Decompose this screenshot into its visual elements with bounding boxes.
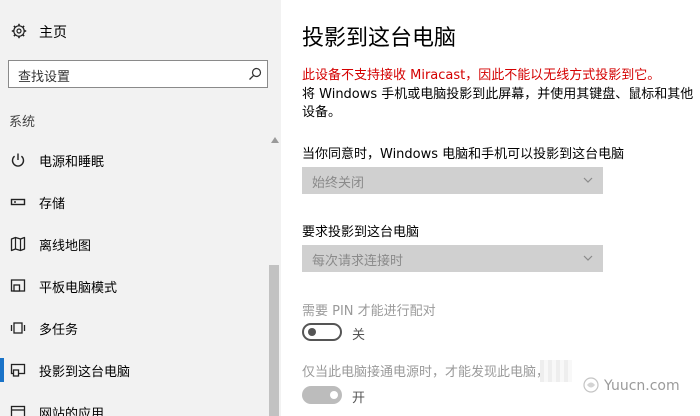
active-indicator bbox=[0, 358, 4, 382]
main-content: 投影到这台电脑 此设备不支持接收 Miracast，因此不能以无线方式投影到它。… bbox=[282, 0, 700, 416]
ask-to-project-dropdown[interactable]: 每次请求连接时 bbox=[302, 245, 603, 272]
page-description: 将 Windows 手机或电脑投影到此屏幕，并使用其键盘、鼠标和其他设备。 bbox=[302, 87, 694, 120]
require-pin-toggle-state: 关 bbox=[352, 328, 366, 343]
scroll-up-arrow-icon[interactable] bbox=[271, 137, 279, 143]
sidebar-item-offline-maps[interactable]: 离线地图 bbox=[0, 224, 268, 264]
miracast-warning: 此设备不支持接收 Miracast，因此不能以无线方式投影到它。 bbox=[302, 68, 661, 83]
dropdown-value: 始终关闭 bbox=[312, 176, 365, 191]
apps-for-websites-icon bbox=[10, 405, 26, 416]
chevron-down-icon bbox=[583, 177, 593, 183]
sidebar-item-multitasking[interactable]: 多任务 bbox=[0, 308, 268, 348]
sidebar-item-label: 多任务 bbox=[39, 323, 79, 338]
sidebar-item-power-sleep[interactable]: 电源和睡眠 bbox=[0, 140, 268, 180]
sidebar: 主页 查找设置 系统 电源和睡眠 存储 离线地图 平板电脑模式 多任务 投影到这… bbox=[0, 0, 281, 416]
setting-ask-to-project-label: 要求投影到这台电脑 bbox=[302, 225, 420, 240]
sidebar-item-label: 平板电脑模式 bbox=[39, 281, 118, 296]
gear-icon bbox=[11, 23, 27, 39]
allow-projection-dropdown[interactable]: 始终关闭 bbox=[302, 167, 603, 194]
blurred-text-region bbox=[540, 360, 572, 382]
setting-discover-when-plugged-label: 仅当此电脑接通电源时，才能发现此电脑，才 bbox=[302, 365, 563, 380]
sidebar-item-storage[interactable]: 存储 bbox=[0, 182, 268, 222]
discover-when-plugged-toggle-state: 开 bbox=[352, 391, 366, 406]
home-nav-item[interactable]: 主页 bbox=[0, 10, 281, 54]
watermark-logo-icon bbox=[583, 377, 599, 393]
search-input[interactable]: 查找设置 bbox=[8, 60, 268, 88]
sidebar-item-label: 网站的应用 bbox=[39, 407, 105, 416]
setting-require-pin-label: 需要 PIN 才能进行配对 bbox=[302, 304, 436, 319]
project-icon bbox=[10, 363, 26, 377]
sidebar-item-label: 电源和睡眠 bbox=[39, 155, 105, 170]
sidebar-scrollbar[interactable] bbox=[269, 137, 281, 416]
home-label: 主页 bbox=[39, 25, 67, 41]
setting-allow-projection-label: 当你同意时，Windows 电脑和手机可以投影到这台电脑 bbox=[302, 147, 625, 162]
chevron-down-icon bbox=[583, 255, 593, 261]
multitasking-icon bbox=[10, 322, 26, 334]
storage-icon bbox=[10, 198, 26, 206]
sidebar-item-tablet-mode[interactable]: 平板电脑模式 bbox=[0, 266, 268, 306]
page-title: 投影到这台电脑 bbox=[302, 26, 457, 51]
dropdown-value: 每次请求连接时 bbox=[312, 254, 404, 269]
section-label-system: 系统 bbox=[9, 115, 36, 130]
sidebar-item-project-to-this-pc[interactable]: 投影到这台电脑 bbox=[0, 350, 268, 390]
power-icon bbox=[11, 153, 25, 167]
search-icon[interactable] bbox=[248, 67, 262, 81]
map-icon bbox=[10, 236, 26, 252]
sidebar-item-label: 离线地图 bbox=[39, 239, 92, 254]
watermark-text: Yuucn.com bbox=[604, 378, 680, 394]
discover-when-plugged-toggle[interactable] bbox=[302, 386, 342, 404]
sidebar-item-apps-for-websites[interactable]: 网站的应用 bbox=[0, 392, 268, 416]
toggle-knob bbox=[330, 391, 338, 399]
sidebar-item-label: 存储 bbox=[39, 197, 66, 212]
search-placeholder: 查找设置 bbox=[18, 70, 71, 85]
tablet-mode-icon bbox=[10, 279, 26, 292]
sidebar-item-label: 投影到这台电脑 bbox=[39, 365, 131, 380]
scrollbar-thumb[interactable] bbox=[269, 265, 279, 416]
require-pin-toggle[interactable] bbox=[302, 323, 342, 341]
toggle-knob bbox=[308, 328, 316, 336]
